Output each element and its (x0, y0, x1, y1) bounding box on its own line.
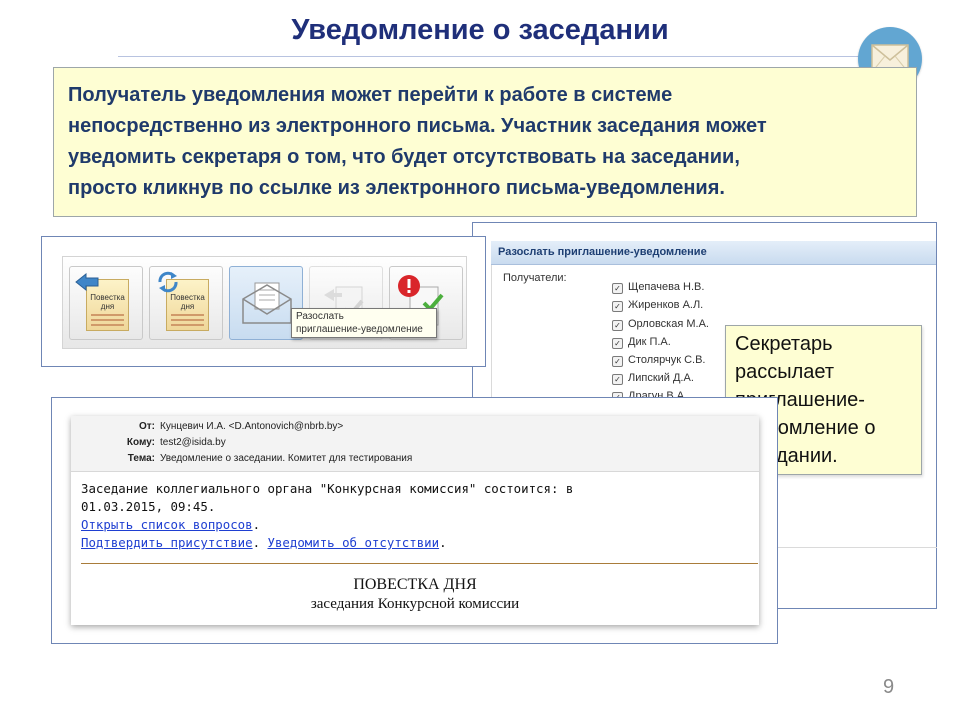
agenda-export-button[interactable]: Повестка дня (69, 266, 143, 340)
recipient-name: Орловская М.А. (628, 318, 709, 330)
email-body-line: 01.03.2015, 09:45. (81, 499, 216, 514)
doc-label: Повестка (170, 293, 205, 302)
checkbox-checked-icon[interactable]: ✓ (612, 374, 623, 385)
confirm-attendance-link[interactable]: Подтвердить присутствие (81, 535, 253, 550)
doc-label: дня (100, 302, 115, 311)
recipient-name: Щепачева Н.В. (628, 281, 705, 293)
recipient-name: Столярчук С.В. (628, 354, 706, 366)
intro-line: Получатель уведомления может перейти к р… (68, 84, 673, 106)
notify-absence-link[interactable]: Уведомить об отсутствии (268, 535, 440, 550)
to-value: test2@isida.by (160, 437, 226, 448)
agenda-refresh-button[interactable]: Повестка дня (149, 266, 223, 340)
email-links-line: Подтвердить присутствие. Уведомить об от… (81, 535, 447, 550)
recipient-item[interactable]: ✓ Жиренков А.Л. (612, 298, 703, 312)
intro-line: уведомить секретаря о том, что будет отс… (68, 146, 740, 168)
email-message: От: Кунцевич И.А. <D.Antonovich@nbrb.by>… (71, 416, 759, 625)
recipient-item[interactable]: ✓ Орловская М.А. (612, 317, 709, 331)
from-label: От: (138, 421, 155, 432)
recipient-name: Дик П.А. (628, 336, 671, 348)
checkbox-checked-icon[interactable]: ✓ (612, 283, 623, 294)
email-body-line: Заседание коллегиального органа "Конкурс… (81, 481, 574, 496)
subject-value: Уведомление о заседании. Комитет для тес… (160, 453, 413, 464)
subject-label: Тема: (127, 453, 155, 464)
email-screenshot: От: Кунцевич И.А. <D.Antonovich@nbrb.by>… (51, 397, 778, 644)
tooltip-line: Разослать (296, 311, 344, 322)
tooltip-line: приглашение-уведомление (296, 324, 423, 335)
dialog-title: Разослать приглашение-уведомление (498, 246, 707, 258)
recipient-item[interactable]: ✓ Дик П.А. (612, 335, 671, 349)
toolbar-screenshot: Повестка дня Повестка дня Разослать приг… (41, 236, 486, 367)
callout-line: рассылает (735, 361, 835, 383)
doc-label: Повестка (90, 293, 125, 302)
intro-line: просто кликнув по ссылке из электронного… (68, 177, 725, 199)
recipient-name: Жиренков А.Л. (628, 299, 704, 311)
from-value: Кунцевич И.А. <D.Antonovich@nbrb.by> (160, 421, 344, 432)
to-label: Кому: (126, 437, 155, 448)
doc-label: дня (180, 302, 195, 311)
dialog-header: Разослать приглашение-уведомление (491, 241, 936, 265)
refresh-icon (158, 271, 178, 293)
checkbox-checked-icon[interactable]: ✓ (612, 301, 623, 312)
email-headers: От: Кунцевич И.А. <D.Antonovich@nbrb.by>… (71, 416, 759, 472)
recipient-name: Липский Д.А. (628, 372, 694, 384)
arrow-left-icon (75, 273, 99, 291)
email-links-line: Открыть список вопросов. (81, 517, 261, 532)
slide-title: Уведомление о заседании (291, 14, 669, 46)
checkbox-checked-icon[interactable]: ✓ (612, 338, 623, 349)
recipient-item[interactable]: ✓ Столярчук С.В. (612, 353, 705, 367)
agenda-title: ПОВЕСТКА ДНЯ (353, 576, 477, 593)
page-number: 9 (883, 676, 895, 698)
checkbox-checked-icon[interactable]: ✓ (612, 320, 623, 331)
recipient-item[interactable]: ✓ Щепачева Н.В. (612, 280, 704, 294)
checkbox-checked-icon[interactable]: ✓ (612, 356, 623, 367)
open-questions-link[interactable]: Открыть список вопросов (81, 517, 253, 532)
recipient-item[interactable]: ✓ Липский Д.А. (612, 371, 694, 385)
intro-line: непосредственно из электронного письма. … (68, 115, 767, 137)
recipients-label: Получатели: (503, 272, 567, 284)
envelope-document-icon (242, 282, 292, 324)
agenda-subtitle: заседания Конкурсной комиссии (310, 596, 520, 612)
send-invitation-tooltip: Разослать приглашение-уведомление (291, 308, 437, 338)
email-divider (81, 563, 758, 564)
callout-line: Секретарь (735, 333, 833, 355)
intro-textbox: Получатель уведомления может перейти к р… (53, 67, 917, 217)
title-divider (118, 56, 863, 57)
